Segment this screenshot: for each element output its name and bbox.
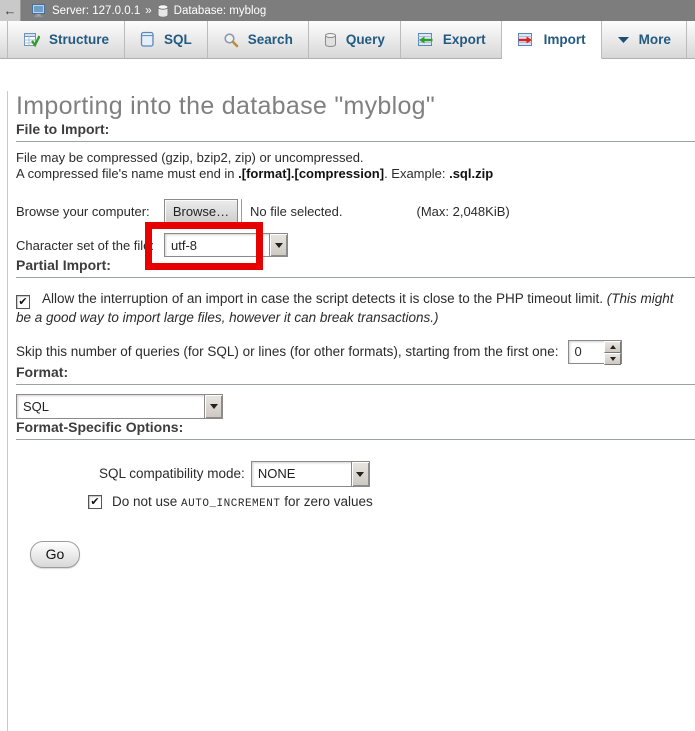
max-size-text: (Max: 2,048KiB)	[417, 204, 510, 219]
tab-sql[interactable]: SQL	[125, 21, 208, 58]
allow-interruption-text: Allow the interruption of an import in c…	[42, 291, 607, 306]
charset-row: Character set of the file: utf-8	[16, 233, 695, 257]
file-description: File may be compressed (gzip, bzip2, zip…	[16, 150, 695, 181]
auto-increment-code: AUTO_INCREMENT	[181, 498, 280, 510]
back-button[interactable]: ←	[0, 0, 21, 21]
tab-import[interactable]: Import	[502, 21, 602, 59]
format-row: SQL	[16, 394, 695, 419]
sql-compat-label: SQL compatibility mode:	[99, 466, 245, 481]
tab-bar: Structure SQL Search Query	[0, 21, 695, 59]
tab-label: SQL	[164, 32, 192, 47]
section-heading-partial-import: Partial Import:	[16, 257, 695, 278]
database-icon	[157, 4, 169, 18]
auto-increment-text: Do not use AUTO_INCREMENT for zero value…	[112, 494, 373, 510]
chevron-down-icon[interactable]	[204, 395, 222, 418]
tab-query[interactable]: Query	[309, 21, 401, 58]
no-file-selected-text: No file selected.	[250, 204, 343, 219]
sql-icon	[140, 31, 155, 48]
tab-search[interactable]: Search	[208, 21, 309, 58]
left-arrow-icon: ←	[4, 3, 17, 18]
tab-label: Import	[544, 32, 586, 47]
allow-interruption-row: ✔ Allow the interruption of an import in …	[16, 290, 692, 328]
section-heading-file-to-import: File to Import:	[16, 121, 695, 142]
tab-label: More	[639, 32, 671, 47]
charset-label: Character set of the file:	[16, 238, 164, 253]
chevron-down-icon[interactable]	[351, 462, 369, 486]
tab-export[interactable]: Export	[401, 21, 502, 58]
import-icon	[517, 32, 535, 48]
search-icon	[223, 32, 239, 48]
skip-queries-label: Skip this number of queries (for SQL) or…	[16, 344, 558, 359]
section-heading-format: Format:	[16, 364, 695, 385]
export-icon	[416, 32, 434, 48]
format-selected-value: SQL	[17, 395, 204, 418]
auto-increment-row: ✔ Do not use AUTO_INCREMENT for zero val…	[88, 494, 695, 510]
stepper-down-icon[interactable]	[604, 353, 621, 365]
chevron-down-icon[interactable]	[269, 234, 287, 256]
skip-queries-stepper[interactable]: 0	[568, 340, 622, 364]
breadcrumb-bar: ← Server: 127.0.0.1 » Database: myblog	[0, 0, 695, 21]
page-title: Importing into the database "myblog"	[16, 91, 695, 121]
file-input-divider	[241, 199, 242, 223]
tab-label: Export	[443, 32, 486, 47]
allow-interruption-checkbox[interactable]: ✔	[16, 295, 30, 309]
sql-compat-row: SQL compatibility mode: NONE	[99, 461, 695, 487]
tab-label: Search	[248, 32, 293, 47]
browse-button[interactable]: Browse…	[164, 199, 238, 223]
sql-compat-select[interactable]: NONE	[251, 461, 370, 487]
section-heading-format-specific: Format-Specific Options:	[16, 419, 695, 440]
charset-select[interactable]: utf-8	[164, 233, 288, 257]
go-button[interactable]: Go	[30, 541, 80, 568]
stepper-buttons	[604, 341, 621, 363]
import-page: Importing into the database "myblog" Fil…	[7, 91, 695, 731]
tab-label: Structure	[49, 32, 109, 47]
skip-queries-row: Skip this number of queries (for SQL) or…	[16, 340, 695, 364]
tab-structure[interactable]: Structure	[7, 21, 125, 58]
browse-label: Browse your computer:	[16, 204, 164, 219]
stepper-up-icon[interactable]	[604, 341, 621, 353]
server-icon	[32, 4, 47, 18]
auto-increment-checkbox[interactable]: ✔	[88, 495, 102, 509]
skip-queries-value: 0	[569, 341, 604, 363]
structure-icon	[23, 32, 40, 48]
query-icon	[324, 32, 337, 48]
browse-row: Browse your computer: Browse… No file se…	[16, 198, 695, 224]
breadcrumb-separator: »	[145, 5, 151, 17]
sql-compat-selected-value: NONE	[252, 462, 351, 486]
format-select[interactable]: SQL	[16, 394, 223, 419]
breadcrumb-database[interactable]: Database: myblog	[174, 5, 267, 17]
chevron-down-icon	[617, 36, 630, 44]
tab-label: Query	[346, 32, 385, 47]
charset-selected-value: utf-8	[165, 234, 269, 256]
breadcrumb-server[interactable]: Server: 127.0.0.1	[52, 5, 140, 17]
tab-more[interactable]: More	[602, 21, 687, 58]
